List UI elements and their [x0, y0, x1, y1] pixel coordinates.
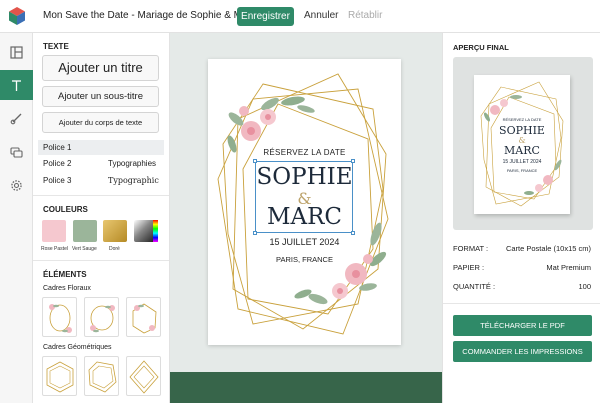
redo-button[interactable]: Rétablir	[348, 10, 382, 21]
resize-handle[interactable]	[351, 159, 355, 163]
add-title-button[interactable]: Ajouter un titre	[42, 55, 159, 81]
font-option-label: Police 3	[43, 176, 72, 185]
card-reserve-text[interactable]: RÉSERVEZ LA DATE	[208, 148, 401, 157]
undo-button[interactable]: Annuler	[304, 10, 338, 21]
geometric-frames-label: Cadres Géométriques	[43, 344, 112, 351]
font-option-label: Police 1	[43, 143, 72, 152]
preview-name-2: MARC	[504, 144, 540, 157]
floral-frame-icon	[132, 303, 157, 334]
geometric-frame-icon	[88, 361, 117, 393]
format-label: FORMAT :	[453, 244, 489, 253]
rail-comments[interactable]	[0, 137, 33, 167]
layout-icon	[10, 45, 23, 59]
floral-frame-thumb[interactable]	[126, 297, 161, 337]
card-name-1[interactable]: SOPHIE	[208, 164, 401, 190]
resize-handle[interactable]	[253, 159, 257, 163]
document-title: Mon Save the Date - Mariage de Sophie & …	[43, 10, 256, 21]
color-label: Rose Pastel	[41, 246, 68, 252]
preview-title: APERÇU FINAL	[453, 43, 509, 52]
geometric-frame-thumb[interactable]	[42, 356, 77, 396]
card-place[interactable]: PARIS, FRANCE	[208, 255, 401, 264]
quantity-row: QUANTITÉ : 100	[453, 282, 591, 291]
elements-section-title: ÉLÉMENTS	[43, 270, 87, 279]
canvas-footer-band	[170, 372, 442, 403]
color-label: Doré	[109, 246, 120, 252]
paper-row: PAPIER : Mat Premium	[453, 263, 591, 272]
resize-handle[interactable]	[253, 231, 257, 235]
card-name-2[interactable]: MARC	[208, 204, 401, 230]
left-panel: TEXTE Ajouter un titre Ajouter un sous-t…	[33, 33, 170, 403]
order-prints-button[interactable]: COMMANDER LES IMPRESSIONS	[453, 341, 592, 362]
rail-settings[interactable]	[0, 170, 33, 200]
font-sample: Typographic	[108, 176, 159, 185]
paper-value: Mat Premium	[546, 263, 591, 272]
floral-frame-thumb[interactable]	[42, 297, 77, 337]
quantity-value: 100	[578, 282, 591, 291]
texte-section-title: TEXTE	[43, 42, 69, 51]
hue-strip	[153, 220, 158, 242]
top-bar: Mon Save the Date - Mariage de Sophie & …	[0, 0, 600, 33]
card-date[interactable]: 15 JUILLET 2024	[208, 237, 401, 247]
floral-frame-icon	[90, 305, 115, 333]
font-option-3[interactable]: Police 3 Typographic	[38, 173, 164, 188]
preview-card: RÉSERVEZ LA DATE SOPHIE & MARC 15 JUILLE…	[474, 75, 570, 214]
rail-text[interactable]	[0, 70, 33, 100]
preview-place: PARIS, FRANCE	[506, 168, 538, 173]
text-icon	[12, 79, 21, 91]
color-swatch-sauge[interactable]	[73, 220, 97, 242]
divider	[33, 195, 169, 196]
geometric-frame-thumb[interactable]	[84, 356, 119, 396]
rail-brush[interactable]	[0, 103, 33, 133]
color-swatch-dore[interactable]	[103, 220, 127, 242]
geometric-frame-icon	[46, 361, 74, 393]
preview-reserve: RÉSERVEZ LA DATE	[502, 117, 542, 122]
save-the-date-card[interactable]: RÉSERVEZ LA DATE SOPHIE & MARC 15 JUILLE…	[208, 59, 401, 345]
font-option-1[interactable]: Police 1	[38, 140, 164, 155]
geometric-frame-thumb[interactable]	[126, 356, 161, 396]
comment-icon	[10, 146, 23, 158]
font-sample: Typographies	[108, 159, 157, 168]
floral-frame-thumb[interactable]	[84, 297, 119, 337]
gear-icon	[11, 179, 22, 191]
preview-date: 15 JUILLET 2024	[502, 159, 542, 165]
font-option-label: Police 2	[43, 159, 72, 168]
tool-rail	[0, 33, 33, 403]
add-body-button[interactable]: Ajouter du corps de texte	[42, 112, 159, 133]
divider	[443, 303, 600, 304]
add-subtitle-button[interactable]: Ajouter un sous-titre	[42, 86, 159, 107]
format-value: Carte Postale (10x15 cm)	[505, 244, 591, 253]
font-option-2[interactable]: Police 2 Typographies	[38, 156, 164, 171]
couleurs-section-title: COULEURS	[43, 205, 88, 214]
quantity-label: QUANTITÉ :	[453, 282, 496, 291]
geometric-frame-icon	[129, 360, 159, 394]
divider	[33, 260, 169, 261]
paper-label: PAPIER :	[453, 263, 485, 272]
floral-frame-icon	[49, 304, 72, 333]
floral-frames-label: Cadres Floraux	[43, 285, 91, 292]
save-button[interactable]: Enregistrer	[237, 7, 294, 26]
download-pdf-button[interactable]: TÉLÉCHARGER LE PDF	[453, 315, 592, 336]
resize-handle[interactable]	[351, 231, 355, 235]
rail-layout[interactable]	[0, 37, 33, 67]
app-logo-icon	[9, 7, 25, 25]
format-row: FORMAT : Carte Postale (10x15 cm)	[453, 244, 591, 253]
color-label: Vert Sauge	[72, 246, 97, 252]
brush-icon	[10, 113, 22, 124]
color-swatch-rose[interactable]	[42, 220, 66, 242]
color-picker[interactable]	[134, 220, 158, 242]
